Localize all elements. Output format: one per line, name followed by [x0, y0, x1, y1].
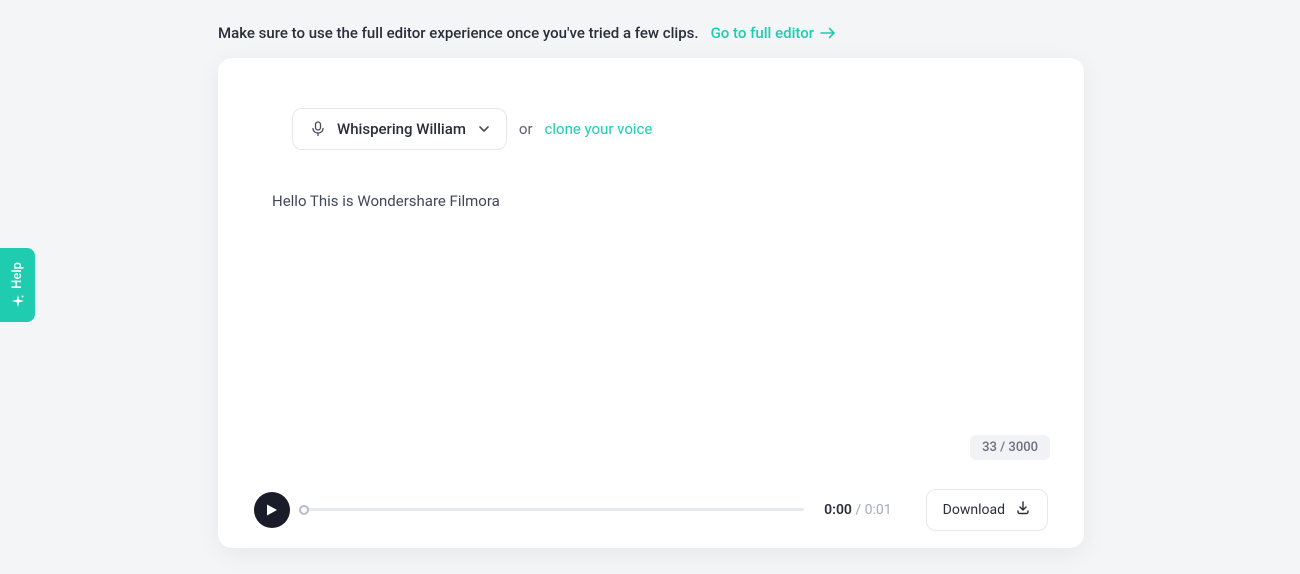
editor-card: Whispering William or clone your voice H… — [218, 58, 1084, 548]
voice-row: Whispering William or clone your voice — [292, 108, 1030, 150]
banner-link-label: Go to full editor — [711, 24, 814, 42]
or-label: or — [519, 120, 533, 138]
top-banner: Make sure to use the full editor experie… — [218, 24, 836, 42]
text-input-area[interactable]: Hello This is Wondershare Filmora — [272, 190, 1030, 390]
play-button[interactable] — [254, 492, 290, 528]
download-label: Download — [943, 502, 1005, 518]
download-icon — [1015, 500, 1031, 520]
character-counter: 33 / 3000 — [970, 435, 1050, 460]
play-icon — [266, 503, 278, 517]
time-display: 0:00 / 0:01 — [824, 502, 892, 518]
audio-progress-slider[interactable] — [304, 508, 804, 511]
voice-name-label: Whispering William — [337, 120, 466, 138]
go-to-full-editor-link[interactable]: Go to full editor — [711, 24, 836, 42]
total-time: / 0:01 — [855, 502, 891, 518]
progress-knob[interactable] — [299, 505, 309, 515]
chevron-down-icon — [478, 125, 490, 133]
help-label: Help — [10, 262, 25, 289]
player-bar: 0:00 / 0:01 Download — [218, 470, 1084, 548]
arrow-right-icon — [820, 27, 836, 39]
voice-selector-dropdown[interactable]: Whispering William — [292, 108, 507, 150]
banner-text: Make sure to use the full editor experie… — [218, 24, 699, 42]
current-time: 0:00 — [824, 502, 852, 518]
editor-top-section: Whispering William or clone your voice H… — [218, 58, 1084, 470]
mic-icon — [309, 120, 327, 138]
download-button[interactable]: Download — [926, 489, 1048, 531]
sparkle-icon — [11, 294, 25, 308]
clone-your-voice-link[interactable]: clone your voice — [545, 120, 653, 138]
help-tab-button[interactable]: Help — [0, 248, 35, 322]
